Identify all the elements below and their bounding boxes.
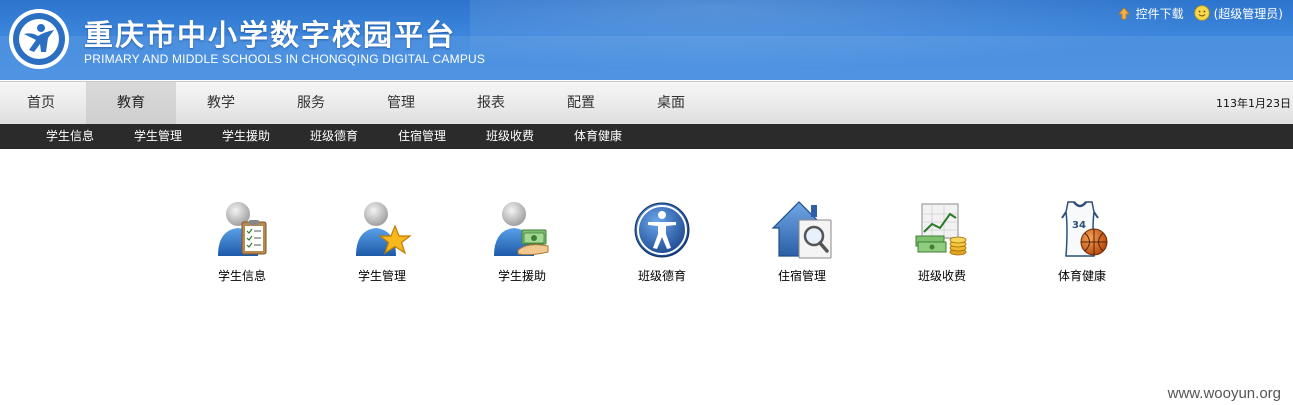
tile-class-fees[interactable]: 班级收费 — [892, 198, 992, 290]
svg-text:34: 34 — [1072, 220, 1086, 231]
site-title: 重庆市中小学数字校园平台 — [84, 18, 457, 52]
tab-config[interactable]: 配置 — [536, 82, 626, 125]
plugin-download-link[interactable]: 控件下载 — [1136, 5, 1184, 22]
watermark: www.wooyun.org — [1167, 385, 1281, 402]
subnav-sports-health[interactable]: 体育健康 — [553, 124, 643, 149]
tile-label: 班级德育 — [637, 269, 686, 283]
current-date: 113年1月23日 — [1216, 97, 1291, 110]
tile-student-info[interactable]: 学生信息 — [192, 198, 292, 290]
house-search-icon — [771, 201, 832, 259]
tab-desktop[interactable]: 桌面 — [626, 82, 716, 125]
basketball-jersey-icon: 34 — [1061, 201, 1108, 257]
student-money-icon — [494, 202, 549, 256]
tab-management[interactable]: 管理 — [356, 82, 446, 125]
tile-label: 班级收费 — [917, 269, 966, 283]
smiley-icon — [1193, 5, 1210, 21]
tab-education[interactable]: 教育 — [86, 82, 176, 125]
subnav-dormitory[interactable]: 住宿管理 — [377, 124, 467, 149]
tab-home[interactable]: 首页 — [0, 82, 86, 125]
tile-student-aid[interactable]: 学生援助 — [472, 198, 572, 290]
education-logo-icon — [9, 9, 69, 69]
sub-navigation: 学生信息 学生管理 学生援助 班级德育 住宿管理 班级收费 体育健康 — [0, 124, 1293, 149]
main-navigation: 首页 教育 教学 服务 管理 报表 配置 桌面 113年1月23日 — [0, 81, 1293, 125]
tile-label: 学生信息 — [217, 269, 266, 283]
tile-dormitory[interactable]: 住宿管理 — [752, 198, 852, 290]
tab-reports[interactable]: 报表 — [446, 82, 536, 125]
subnav-class-moral[interactable]: 班级德育 — [289, 124, 379, 149]
tile-class-moral[interactable]: 班级德育 — [612, 198, 712, 290]
tile-label: 学生援助 — [497, 269, 546, 283]
tile-student-management[interactable]: 学生管理 — [332, 198, 432, 290]
tab-teaching[interactable]: 教学 — [176, 82, 266, 125]
student-star-icon — [356, 202, 412, 256]
subnav-class-fees[interactable]: 班级收费 — [465, 124, 555, 149]
header-banner: 重庆市中小学数字校园平台 PRIMARY AND MIDDLE SCHOOLS … — [0, 0, 1293, 80]
accessibility-person-icon — [634, 202, 690, 258]
money-chart-icon — [915, 203, 967, 256]
tile-label: 学生管理 — [357, 269, 406, 283]
subnav-student-info[interactable]: 学生信息 — [25, 124, 115, 149]
top-links: 控件下载 (超级管理员) — [1116, 4, 1283, 22]
tile-label: 体育健康 — [1057, 269, 1106, 283]
user-role-label[interactable]: (超级管理员) — [1214, 5, 1283, 22]
tile-sports-health[interactable]: 34 体育健康 — [1032, 198, 1132, 290]
subnav-student-aid[interactable]: 学生援助 — [201, 124, 291, 149]
tile-label: 住宿管理 — [777, 269, 826, 283]
site-subtitle: PRIMARY AND MIDDLE SCHOOLS IN CHONGQING … — [84, 52, 486, 66]
subnav-student-management[interactable]: 学生管理 — [113, 124, 203, 149]
download-icon[interactable] — [1116, 5, 1132, 21]
tab-service[interactable]: 服务 — [266, 82, 356, 125]
student-clipboard-icon — [218, 202, 267, 256]
